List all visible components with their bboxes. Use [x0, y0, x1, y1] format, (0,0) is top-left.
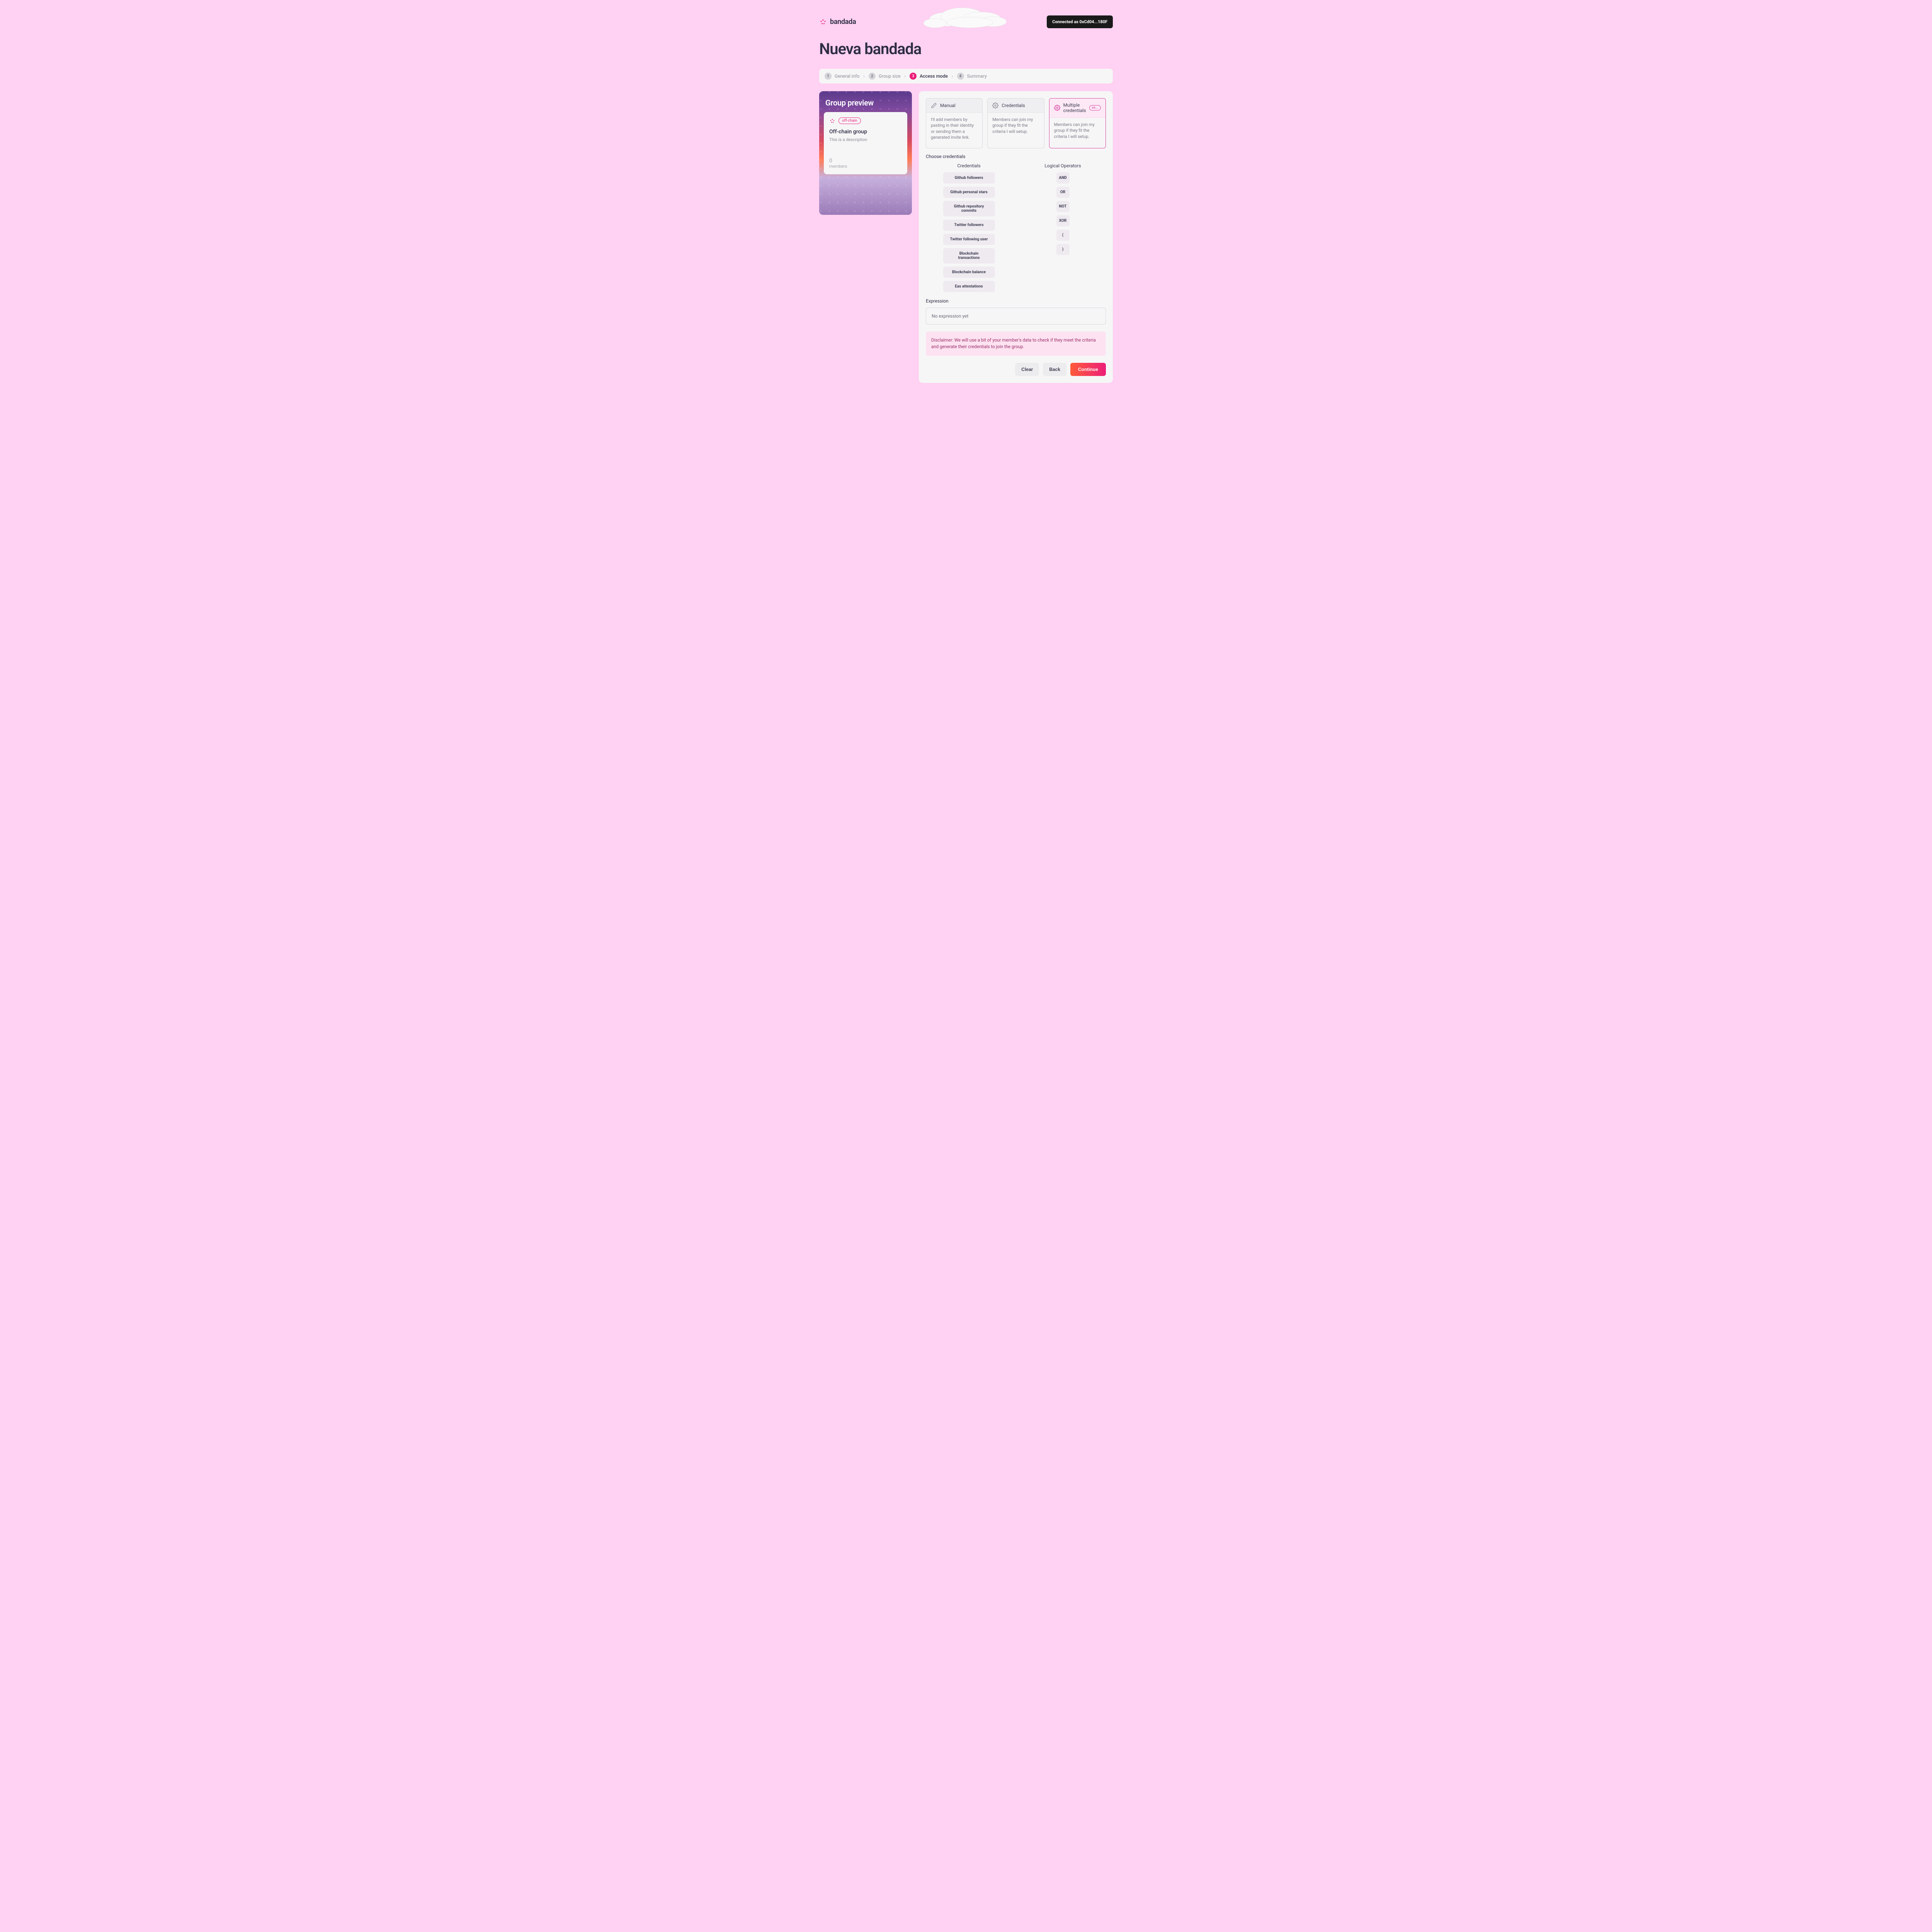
preview-inner-card: off-chain Off-chain group This is a desc… — [824, 112, 907, 174]
group-preview-card: Group preview off-chain Off-chain group … — [819, 91, 912, 215]
logo-icon — [819, 18, 827, 26]
access-mode-credentials[interactable]: Credentials Members can join my group if … — [987, 98, 1044, 148]
operator-chip[interactable]: XOR — [1056, 215, 1070, 226]
step-label: Access mode — [920, 73, 948, 79]
credential-chip[interactable]: Eas attestations — [943, 281, 995, 292]
credential-chip[interactable]: Github personal stars — [943, 187, 995, 198]
gear-icon — [1054, 105, 1060, 111]
access-mode-manual[interactable]: Manual I'll add members by pasting in the… — [926, 98, 983, 148]
disclaimer-text: Disclaimer: We will use a bit of your me… — [926, 332, 1106, 356]
back-button[interactable]: Back — [1043, 363, 1066, 376]
gear-icon — [992, 102, 998, 109]
mode-description: Members can join my group if they fit th… — [1049, 118, 1105, 148]
chevron-right-icon: › — [952, 73, 953, 79]
operator-chip[interactable]: AND — [1056, 172, 1070, 184]
preview-heading: Group preview — [819, 91, 912, 112]
credentials-heading: Credentials — [926, 163, 1012, 168]
pencil-icon — [931, 102, 937, 109]
mode-description: I'll add members by pasting in their ide… — [926, 113, 982, 148]
step-number: 2 — [869, 73, 876, 80]
step-general-info[interactable]: 1General info — [825, 73, 859, 80]
access-mode-multiple[interactable]: Multiple credentialsselected Members can … — [1049, 98, 1106, 148]
group-description: This is a description — [829, 137, 902, 142]
mode-title: Credentials — [1002, 103, 1039, 108]
chevron-right-icon: › — [863, 73, 865, 79]
continue-button[interactable]: Continue — [1070, 363, 1106, 376]
expression-label: Expression — [926, 298, 1106, 304]
credential-chip[interactable]: Blockchain balance — [943, 267, 995, 278]
step-number: 4 — [957, 73, 964, 80]
operator-chip[interactable]: ( — [1056, 230, 1070, 241]
choose-credentials-label: Choose credentials — [926, 154, 1106, 159]
mode-description: Members can join my group if they fit th… — [988, 113, 1044, 148]
operator-chip[interactable]: ) — [1056, 244, 1070, 255]
operator-chip[interactable]: OR — [1056, 187, 1070, 198]
step-number: 1 — [825, 73, 832, 80]
step-group-size[interactable]: 2Group size — [869, 73, 901, 80]
credential-chip[interactable]: Twitter following user — [943, 234, 995, 245]
chevron-right-icon: › — [905, 73, 906, 79]
mode-title: Manual — [940, 103, 978, 108]
credential-chip[interactable]: Github repository commits — [943, 201, 995, 216]
brand-logo[interactable]: bandada — [819, 18, 856, 26]
step-number: 3 — [910, 73, 917, 80]
group-name: Off-chain group — [829, 129, 902, 135]
member-count-label: members — [829, 164, 902, 169]
step-label: Summary — [967, 73, 987, 79]
credential-chip[interactable]: Blockchain transactions — [943, 248, 995, 264]
member-count: 0 — [829, 158, 902, 164]
main-panel: Manual I'll add members by pasting in the… — [919, 91, 1113, 383]
clear-button[interactable]: Clear — [1015, 363, 1039, 376]
chain-tag: off-chain — [838, 117, 861, 124]
step-label: General info — [835, 73, 859, 79]
page-title: Nueva bandada — [819, 40, 1113, 58]
brand-name: bandada — [830, 18, 856, 26]
credential-chip[interactable]: Github followers — [943, 172, 995, 184]
mode-title: Multiple credentials — [1063, 102, 1086, 114]
stepper: 1General info › 2Group size › 3Access mode › 4… — [819, 69, 1113, 83]
selected-pill: selected — [1089, 105, 1101, 111]
operator-chip[interactable]: NOT — [1056, 201, 1070, 212]
step-access-mode[interactable]: 3Access mode — [910, 73, 948, 80]
operators-heading: Logical Operators — [1020, 163, 1106, 168]
wallet-badge[interactable]: Connected as 0xCd04...180F — [1047, 15, 1113, 28]
step-label: Group size — [879, 73, 901, 79]
credential-chip[interactable]: Twitter followers — [943, 219, 995, 231]
expression-box[interactable]: No expression yet — [926, 308, 1106, 325]
step-summary[interactable]: 4Summary — [957, 73, 987, 80]
logo-icon — [829, 118, 835, 124]
